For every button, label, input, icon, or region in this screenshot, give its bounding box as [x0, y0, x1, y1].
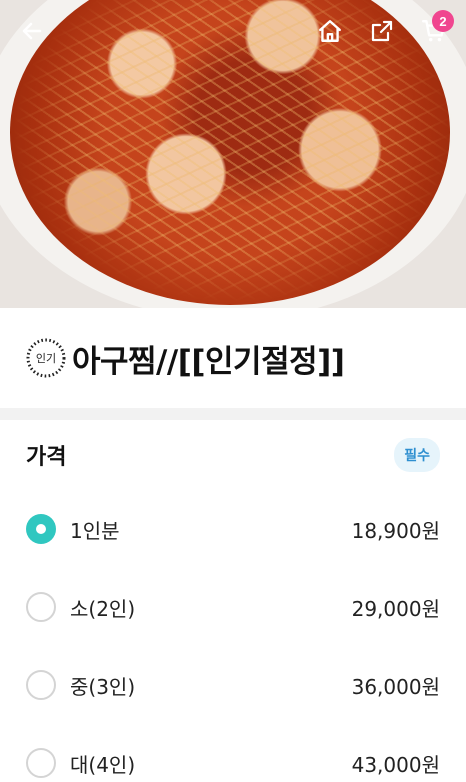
price-option-left: 대(4인)	[26, 748, 135, 778]
price-option-left: 중(3인)	[26, 670, 135, 700]
price-option-price: 36,000원	[351, 674, 440, 699]
price-option[interactable]: 대(4인) 43,000원	[0, 724, 466, 782]
cart-count-badge: 2	[432, 10, 454, 32]
price-section-title: 가격	[26, 445, 67, 470]
radio-button[interactable]	[26, 592, 56, 622]
radio-button-selected[interactable]	[26, 514, 56, 544]
popular-badge: 인기	[24, 336, 68, 380]
price-option[interactable]: 소(2인) 29,000원	[0, 568, 466, 646]
top-bar: 2	[0, 0, 466, 62]
menu-hero-image: 2	[0, 0, 466, 308]
price-section-header: 가격 필수	[0, 420, 466, 490]
share-button[interactable]	[362, 12, 402, 50]
price-option-label: 소(2인)	[70, 596, 136, 621]
price-option-left: 1인분	[26, 514, 120, 544]
price-option-price: 43,000원	[351, 752, 440, 777]
section-divider	[0, 408, 466, 420]
popular-badge-label: 인기	[35, 352, 57, 365]
arrow-left-icon	[22, 22, 42, 40]
share-icon	[371, 20, 393, 42]
required-badge: 필수	[394, 438, 440, 472]
menu-title: 아구찜//[[인기절정]]	[72, 343, 345, 380]
cart-button[interactable]: 2	[414, 10, 454, 50]
radio-button[interactable]	[26, 748, 56, 778]
price-option-price: 29,000원	[351, 596, 440, 621]
price-option-price: 18,900원	[351, 518, 440, 543]
radio-button[interactable]	[26, 670, 56, 700]
menu-title-section: 인기 아구찜//[[인기절정]]	[0, 308, 466, 408]
price-option[interactable]: 중(3인) 36,000원	[0, 646, 466, 724]
back-button[interactable]	[12, 12, 52, 50]
home-button[interactable]	[310, 12, 350, 50]
price-option-left: 소(2인)	[26, 592, 135, 622]
price-option-label: 1인분	[70, 518, 120, 543]
price-option-label: 대(4인)	[70, 752, 136, 777]
price-option[interactable]: 1인분 18,900원	[0, 490, 466, 568]
price-option-label: 중(3인)	[70, 674, 136, 699]
home-icon	[319, 20, 341, 42]
